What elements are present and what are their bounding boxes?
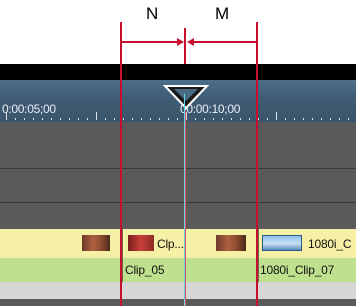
- clip-thumbnail: [262, 235, 302, 251]
- ruler-tick: [159, 118, 160, 120]
- ruler-ticks: [0, 112, 356, 120]
- ruler-tick: [294, 118, 295, 120]
- clip-boundary: [122, 229, 123, 282]
- annotation-arrow-m-shaft: [194, 41, 256, 43]
- timeline-top-bar: [0, 64, 356, 80]
- playhead-marker-icon[interactable]: [163, 84, 209, 110]
- ruler-tick: [186, 112, 187, 120]
- ruler-tick: [60, 118, 61, 120]
- ruler-tick: [141, 118, 142, 120]
- annotation-label-m: M: [215, 4, 230, 23]
- clip-thumbnail: [216, 235, 246, 251]
- video-clip-label: Clp...: [157, 237, 184, 251]
- ruler-tick: [195, 118, 196, 120]
- annotation-arrow-m-head: [187, 38, 194, 46]
- ruler-tick: [33, 118, 34, 120]
- clip-thumbnail: [128, 235, 154, 251]
- ruler-tick: [213, 118, 214, 120]
- timeline-bottom-bar: [0, 299, 356, 306]
- ruler-tick: [114, 118, 115, 120]
- ruler-tick: [348, 118, 349, 120]
- clip-thumbnail: [82, 235, 110, 251]
- ruler-tick: [123, 118, 124, 120]
- annotation-line-right-overlay: [256, 64, 258, 306]
- ruler-tick: [177, 118, 178, 120]
- ruler-tick: [24, 118, 25, 120]
- ruler-tick: [69, 118, 70, 120]
- ruler-tick: [204, 118, 205, 120]
- annotation-arrow-n-head: [177, 38, 184, 46]
- ruler-tick: [267, 118, 268, 120]
- ruler-tick: [249, 118, 250, 120]
- ruler-tick: [312, 118, 313, 120]
- ruler-tick: [42, 118, 43, 120]
- ruler-tick: [51, 118, 52, 120]
- ruler-tick: [87, 118, 88, 120]
- ruler-tick: [96, 112, 97, 120]
- annotation-line-center-overlay: [185, 110, 186, 306]
- video-track-2[interactable]: [0, 169, 356, 202]
- ruler-tick: [285, 118, 286, 120]
- ruler-tick: [276, 112, 277, 120]
- ruler-tick: [168, 118, 169, 120]
- ruler-tick: [105, 118, 106, 120]
- ruler-tick: [231, 118, 232, 120]
- video-track-3[interactable]: [0, 203, 356, 229]
- ruler-tick: [6, 112, 7, 120]
- ruler-tick: [240, 118, 241, 120]
- ruler-tick: [339, 118, 340, 120]
- audio-clip-label: 1080i_Clip_07: [260, 263, 335, 277]
- ruler-tick: [132, 118, 133, 120]
- ruler-tick: [330, 118, 331, 120]
- video-clip-label: 1080i_C: [308, 237, 352, 251]
- clip-boundary: [258, 229, 259, 282]
- annotation-line-left-overlay: [120, 64, 122, 306]
- ruler-tick: [15, 118, 16, 120]
- ruler-tick: [258, 118, 259, 120]
- audio-clip-label: Clip_05: [125, 263, 165, 277]
- ruler-tick: [321, 118, 322, 120]
- ruler-tick: [222, 118, 223, 120]
- ruler-tick: [150, 118, 151, 120]
- ruler-tick: [78, 118, 79, 120]
- annotation-label-n: N: [146, 4, 159, 23]
- video-track-1[interactable]: [0, 122, 356, 168]
- ruler-tick: [303, 118, 304, 120]
- annotation-arrow-n-shaft: [122, 41, 178, 43]
